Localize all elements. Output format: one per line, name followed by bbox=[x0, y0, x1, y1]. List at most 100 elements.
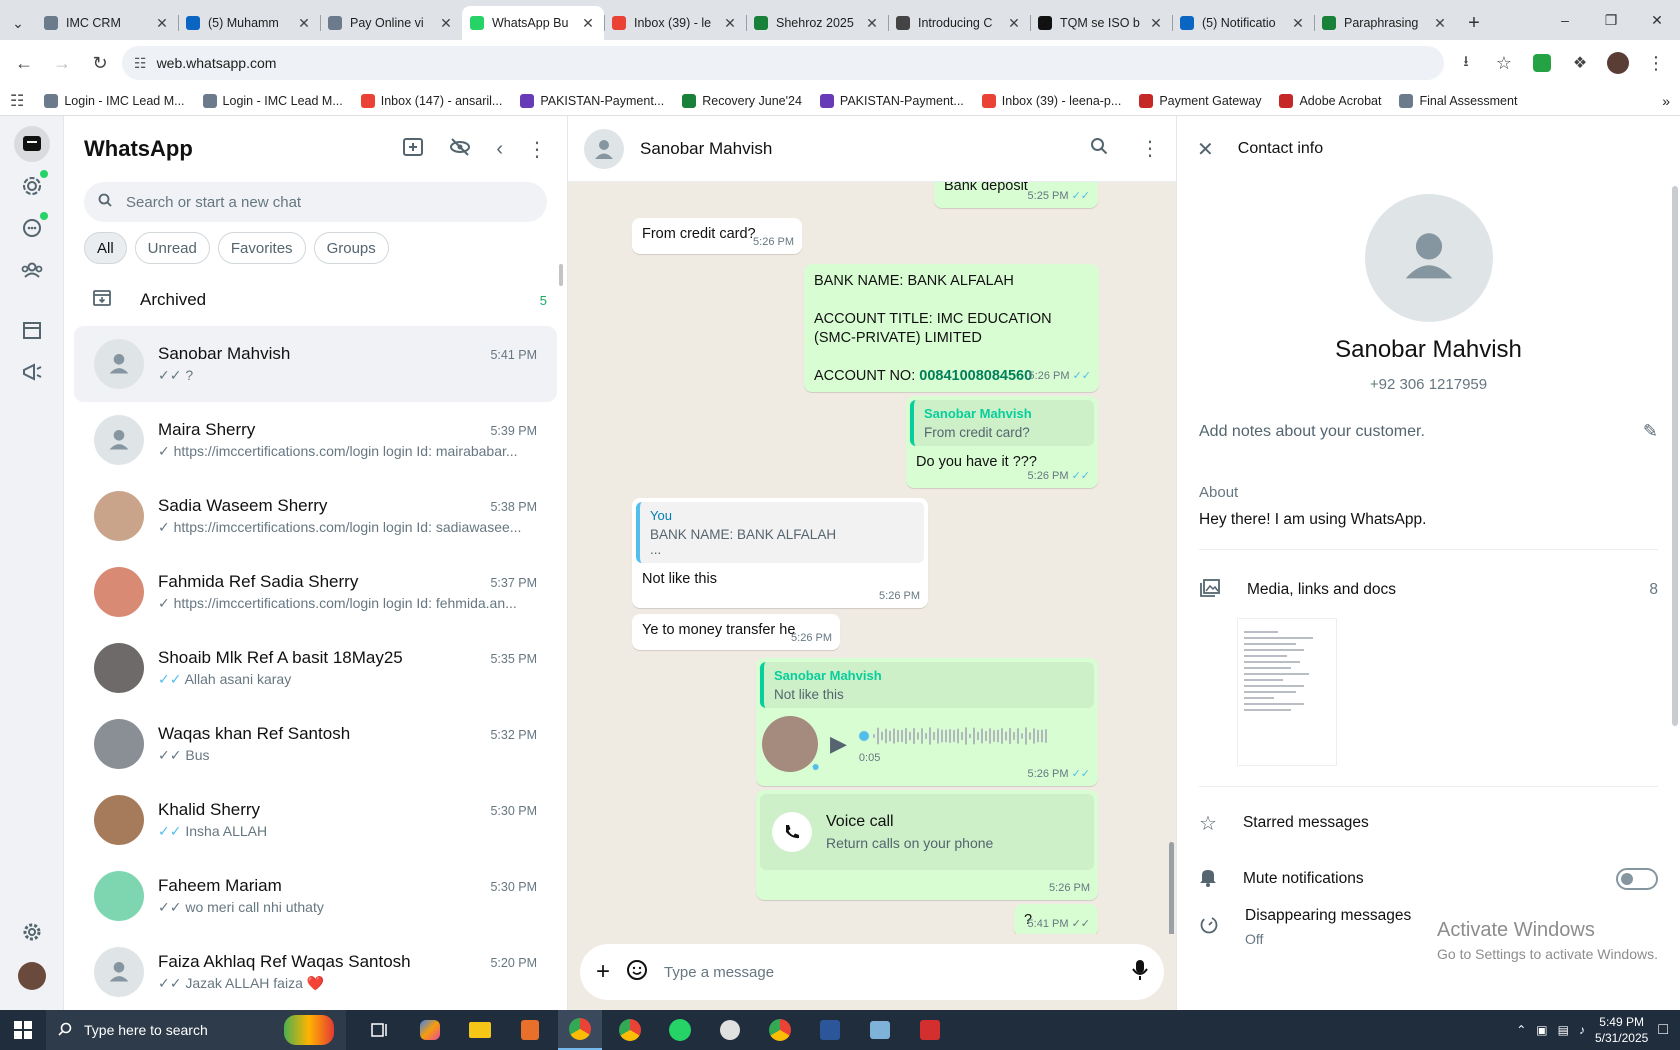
chat-list-item[interactable]: Faiza Akhlaq Ref Waqas Santosh 5:20 PM ✓✓ … bbox=[74, 934, 557, 1010]
message-bubble[interactable]: BANK NAME: BANK ALFALAH ACCOUNT TITLE: I… bbox=[804, 264, 1099, 392]
bookmark-item[interactable]: Recovery June'24 bbox=[676, 93, 808, 108]
chrome-profile-icon[interactable] bbox=[608, 1010, 652, 1050]
bookmark-item[interactable]: Final Assessment bbox=[1393, 93, 1523, 108]
bookmark-item[interactable]: Login - IMC Lead M... bbox=[197, 93, 349, 108]
chat-list-menu-icon[interactable]: ⋮ bbox=[527, 137, 547, 162]
chat-list-item[interactable]: Sadia Waseem Sherry 5:38 PM ✓ https://imcc… bbox=[74, 478, 557, 554]
close-window-button[interactable]: ✕ bbox=[1634, 12, 1680, 29]
new-chat-icon[interactable] bbox=[402, 136, 424, 163]
browser-tab[interactable]: WhatsApp Bu ✕ bbox=[462, 6, 604, 40]
chat-list-item[interactable]: Waqas khan Ref Santosh 5:32 PM ✓✓ Bus bbox=[74, 706, 557, 782]
forward-button[interactable]: → bbox=[46, 47, 78, 79]
chats-icon[interactable] bbox=[14, 126, 50, 162]
extensions-icon[interactable]: ❖ bbox=[1564, 47, 1596, 79]
bookmark-item[interactable]: Inbox (39) - leena-p... bbox=[976, 93, 1128, 108]
profile-icon[interactable] bbox=[14, 958, 50, 994]
info-scrollbar[interactable] bbox=[1672, 186, 1678, 726]
message-input[interactable]: Type a message bbox=[664, 964, 1116, 981]
document-thumbnail[interactable] bbox=[1237, 618, 1337, 766]
starred-messages-row[interactable]: ☆ Starred messages bbox=[1177, 795, 1680, 851]
quoted-message[interactable]: Sanobar Mahvish Not like this bbox=[760, 662, 1094, 708]
mute-notifications-row[interactable]: Mute notifications bbox=[1177, 851, 1680, 907]
extension-whatsapp-icon[interactable] bbox=[1526, 47, 1558, 79]
message-bubble[interactable]: Bank deposit 5:25 PM ✓✓ bbox=[934, 182, 1098, 208]
app-icon-blue[interactable] bbox=[858, 1010, 902, 1050]
file-explorer-icon[interactable] bbox=[458, 1010, 502, 1050]
contact-avatar[interactable] bbox=[584, 128, 624, 169]
waveform[interactable]: 0:05 bbox=[858, 724, 1092, 764]
advertise-icon[interactable] bbox=[14, 354, 50, 390]
browser-tab[interactable]: TQM se ISO b ✕ bbox=[1030, 6, 1172, 40]
bookmark-item[interactable]: Inbox (147) - ansaril... bbox=[355, 93, 509, 108]
quoted-message[interactable]: Sanobar Mahvish From credit card? bbox=[910, 400, 1094, 446]
conversation-contact-name[interactable]: Sanobar Mahvish bbox=[640, 139, 1074, 159]
acrobat-icon[interactable] bbox=[908, 1010, 952, 1050]
tab-close-icon[interactable]: ✕ bbox=[722, 15, 738, 32]
quoted-message[interactable]: You BANK NAME: BANK ALFALAH ... bbox=[636, 502, 924, 563]
status-icon[interactable] bbox=[14, 168, 50, 204]
bookmark-star-icon[interactable]: ☆ bbox=[1488, 47, 1520, 79]
profile-avatar[interactable] bbox=[1602, 47, 1634, 79]
browser-tab[interactable]: (5) Notificatio ✕ bbox=[1172, 6, 1314, 40]
channels-icon[interactable] bbox=[14, 210, 50, 246]
chat-list-scrollbar[interactable] bbox=[559, 264, 563, 286]
copilot-icon[interactable] bbox=[408, 1010, 452, 1050]
bookmark-item[interactable]: Adobe Acrobat bbox=[1273, 93, 1387, 108]
edit-pencil-icon[interactable]: ✎ bbox=[1643, 421, 1658, 442]
tray-overflow-icon[interactable]: ⌃ bbox=[1516, 1023, 1526, 1037]
filter-chip-unread[interactable]: Unread bbox=[134, 232, 210, 264]
app-icon-grey[interactable] bbox=[708, 1010, 752, 1050]
browser-tab[interactable]: IMC CRM ✕ bbox=[36, 6, 178, 40]
communities-icon[interactable] bbox=[14, 252, 50, 288]
catalog-icon[interactable] bbox=[14, 312, 50, 348]
back-button[interactable]: ← bbox=[8, 47, 40, 79]
maximize-button[interactable]: ❐ bbox=[1588, 12, 1634, 29]
task-view-icon[interactable] bbox=[358, 1010, 402, 1050]
clock[interactable]: 5:49 PM 5/31/2025 bbox=[1595, 1014, 1648, 1046]
browser-tab[interactable]: Inbox (39) - le ✕ bbox=[604, 6, 746, 40]
tab-close-icon[interactable]: ✕ bbox=[580, 15, 596, 32]
notifications-icon[interactable]: □ bbox=[1658, 1021, 1668, 1039]
mute-toggle[interactable] bbox=[1616, 868, 1658, 890]
media-links-docs-row[interactable]: Media, links and docs 8 bbox=[1177, 562, 1680, 618]
tab-close-icon[interactable]: ✕ bbox=[1148, 15, 1164, 32]
chat-list-item[interactable]: Fahmida Ref Sadia Sherry 5:37 PM ✓ https:/… bbox=[74, 554, 557, 630]
volume-icon[interactable]: ♪ bbox=[1579, 1023, 1585, 1037]
install-app-icon[interactable]: ⭳ bbox=[1450, 47, 1482, 79]
network-icon[interactable]: ▤ bbox=[1558, 1023, 1569, 1037]
message-bubble[interactable]: ? 5:41 PM ✓✓ bbox=[1014, 904, 1098, 934]
tab-close-icon[interactable]: ✕ bbox=[1290, 15, 1306, 32]
tab-close-icon[interactable]: ✕ bbox=[296, 15, 312, 32]
message-bubble[interactable]: Ye to money transfer he 5:26 PM bbox=[632, 614, 840, 650]
word-icon[interactable] bbox=[808, 1010, 852, 1050]
tab-close-icon[interactable]: ✕ bbox=[1432, 15, 1448, 32]
chat-list-item[interactable]: Shoaib Mlk Ref A basit 18May25 5:35 PM ✓✓ … bbox=[74, 630, 557, 706]
chat-list-item[interactable]: Faheem Mariam 5:30 PM ✓✓ wo meri call nhi … bbox=[74, 858, 557, 934]
attach-plus-icon[interactable]: + bbox=[596, 958, 610, 986]
message-bubble[interactable]: From credit card? 5:26 PM bbox=[632, 218, 802, 254]
chrome-icon-2[interactable] bbox=[758, 1010, 802, 1050]
taskbar-search[interactable]: Type here to search bbox=[46, 1010, 346, 1050]
reload-button[interactable]: ↻ bbox=[84, 47, 116, 79]
microphone-icon[interactable] bbox=[1132, 959, 1148, 986]
play-icon[interactable]: ▶ bbox=[830, 731, 847, 757]
browser-tab[interactable]: (5) Muhamm ✕ bbox=[178, 6, 320, 40]
message-scrollbar[interactable] bbox=[1169, 842, 1174, 934]
bookmark-item[interactable]: PAKISTAN-Payment... bbox=[514, 93, 670, 108]
browser-tab[interactable]: Introducing C ✕ bbox=[888, 6, 1030, 40]
app-icon-orange[interactable] bbox=[508, 1010, 552, 1050]
voice-call-bubble[interactable]: Voice call Return calls on your phone 5:… bbox=[756, 790, 1098, 900]
tab-close-icon[interactable]: ✕ bbox=[1006, 15, 1022, 32]
filter-chip-all[interactable]: All bbox=[84, 232, 127, 264]
bookmark-item[interactable]: Login - IMC Lead M... bbox=[38, 93, 190, 108]
tab-search-button[interactable]: ⌄ bbox=[0, 6, 36, 40]
message-bubble[interactable]: You BANK NAME: BANK ALFALAH ... Not like… bbox=[632, 498, 928, 608]
sticker-emoji-icon[interactable] bbox=[626, 959, 648, 986]
site-settings-icon[interactable]: ☷ bbox=[134, 55, 147, 72]
bookmark-item[interactable]: PAKISTAN-Payment... bbox=[814, 93, 970, 108]
start-button[interactable] bbox=[0, 1010, 46, 1050]
chrome-icon[interactable] bbox=[558, 1010, 602, 1050]
voice-message-bubble[interactable]: Sanobar Mahvish Not like this ● ▶ 0:05 5… bbox=[756, 658, 1098, 786]
archived-row[interactable]: Archived 5 bbox=[64, 274, 567, 326]
notes-field[interactable]: Add notes about your customer. ✎ bbox=[1177, 421, 1680, 442]
